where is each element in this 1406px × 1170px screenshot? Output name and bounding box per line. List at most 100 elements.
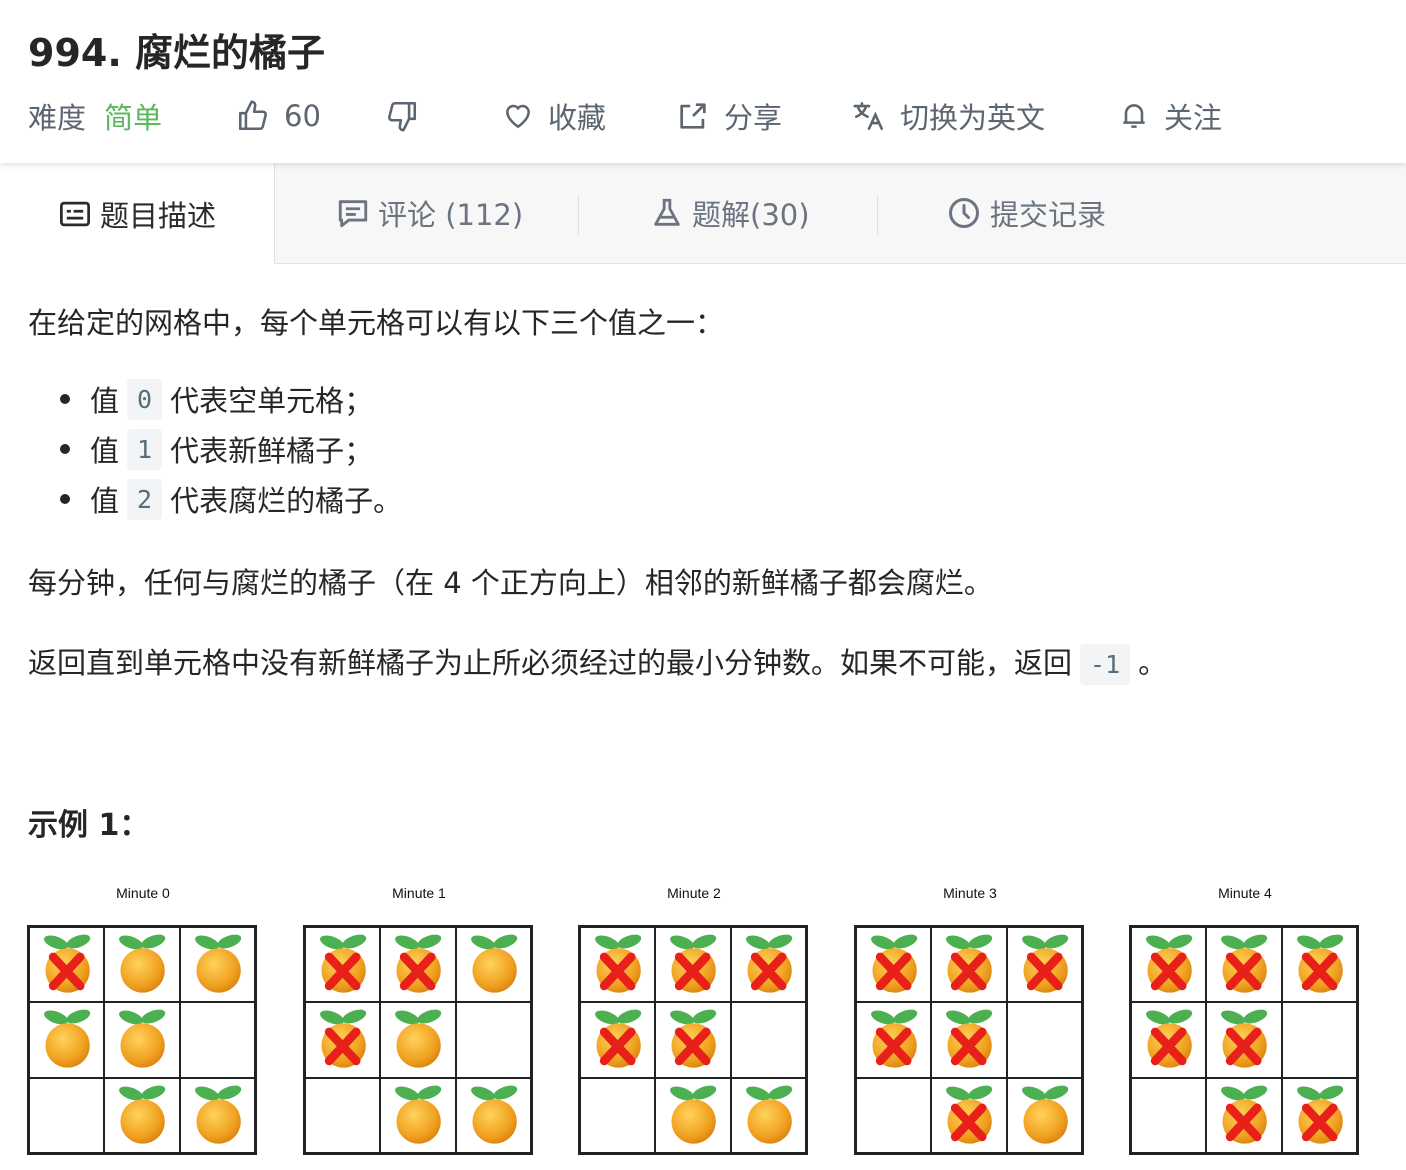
minute-label: Minute 3: [943, 885, 997, 901]
tab-comments-label: 评论 (112): [378, 198, 524, 232]
bullet: [60, 494, 70, 504]
minute-label: Minute 2: [667, 885, 721, 901]
difficulty: 难度 简单: [28, 96, 162, 136]
list-item-text: 代表腐烂的橘子。: [170, 484, 403, 518]
flask-icon: [654, 198, 680, 226]
share-button[interactable]: 分享: [676, 96, 782, 136]
share-icon: [680, 103, 706, 129]
rotten-orange-icon: [44, 934, 91, 993]
rotten-orange-cell: [29, 927, 105, 1003]
inline-code: 0: [127, 378, 163, 420]
rotten-orange-icon: [1221, 1085, 1268, 1144]
rotten-orange-cell: [380, 927, 456, 1003]
fresh-orange-cell: [179, 927, 255, 1003]
fresh-orange-cell: [104, 1002, 180, 1078]
fresh-orange-cell: [380, 1002, 456, 1078]
empty-cell: [730, 1002, 806, 1078]
rotten-orange-cell: [1131, 1002, 1207, 1078]
fresh-orange-cell: [380, 1077, 456, 1153]
rotten-orange-cell: [1281, 1077, 1357, 1153]
rotten-orange-icon: [871, 934, 918, 993]
example-title: 示例 1：: [28, 808, 150, 843]
orange-icon: [119, 1085, 166, 1144]
orange-grid: [1129, 925, 1359, 1155]
rotten-orange-icon: [1021, 934, 1068, 993]
list-item: 值 2 代表腐烂的橘子。: [60, 478, 403, 520]
bell-icon: [1123, 104, 1145, 128]
rotten-orange-cell: [1206, 927, 1282, 1003]
fresh-orange-cell: [730, 1077, 806, 1153]
like-button[interactable]: 60: [236, 96, 321, 136]
list-item: 值 1 代表新鲜橘子；: [60, 428, 374, 470]
dislike-button[interactable]: [385, 96, 419, 136]
favorite-label: 收藏: [548, 101, 607, 135]
rotten-orange-cell: [856, 927, 932, 1003]
list-item-prefix: 值: [90, 484, 120, 518]
rotten-orange-icon: [1146, 1009, 1193, 1068]
rotten-orange-cell: [730, 927, 806, 1003]
orange-icon: [119, 1009, 166, 1068]
orange-icon: [194, 934, 241, 993]
empty-cell: [580, 1077, 656, 1153]
tab-description[interactable]: 题目描述: [0, 163, 275, 264]
translate-icon: [853, 101, 884, 131]
empty-cell: [455, 1002, 531, 1078]
empty-cell: [856, 1077, 932, 1153]
tab-divider: [877, 195, 878, 235]
rotten-orange-icon: [320, 934, 367, 993]
rotten-orange-cell: [931, 1077, 1007, 1153]
orange-grid: [27, 925, 257, 1155]
tab-solutions[interactable]: 题解(30): [650, 163, 810, 263]
rotten-orange-cell: [1006, 927, 1082, 1003]
rotten-orange-icon: [1146, 934, 1193, 993]
fresh-orange-cell: [655, 1077, 731, 1153]
list-item-text: 代表新鲜橘子；: [170, 434, 374, 468]
orange-grid: [578, 925, 808, 1155]
minute-label: Minute 1: [392, 885, 446, 901]
tab-solutions-label: 题解(30): [692, 198, 810, 232]
fresh-orange-cell: [455, 927, 531, 1003]
ask-text-main: 返回直到单元格中没有新鲜橘子为止所必须经过的最小分钟数。如果不可能，返回: [28, 646, 1073, 680]
list-item-text: 代表空单元格；: [170, 384, 374, 418]
rotten-orange-icon: [395, 934, 442, 993]
fresh-orange-cell: [104, 1077, 180, 1153]
rotten-orange-icon: [946, 1009, 993, 1068]
rotten-orange-icon: [670, 934, 717, 993]
rotten-orange-cell: [655, 927, 731, 1003]
rotten-orange-cell: [1206, 1077, 1282, 1153]
follow-button[interactable]: 关注: [1118, 96, 1222, 136]
rotten-orange-icon: [946, 1085, 993, 1144]
list-item: 值 0 代表空单元格；: [60, 378, 374, 420]
empty-cell: [305, 1077, 381, 1153]
tab-divider: [578, 195, 579, 235]
empty-cell: [179, 1002, 255, 1078]
tab-submissions[interactable]: 提交记录: [946, 163, 1106, 263]
orange-icon: [670, 1085, 717, 1144]
tab-description-label: 题目描述: [99, 198, 216, 233]
empty-cell: [29, 1077, 105, 1153]
empty-cell: [1131, 1077, 1207, 1153]
share-label: 分享: [724, 101, 783, 135]
intro-text: 在给定的网格中，每个单元格可以有以下三个值之一：: [28, 306, 725, 340]
problem-title: 994. 腐烂的橘子: [28, 31, 325, 75]
orange-grid: [854, 925, 1084, 1155]
switch-language-button[interactable]: 切换为英文: [852, 96, 1045, 136]
orange-icon: [470, 934, 517, 993]
rotten-orange-icon: [1221, 934, 1268, 993]
rotten-orange-cell: [305, 1002, 381, 1078]
ask-text-end: 。: [1138, 646, 1168, 680]
orange-icon: [395, 1085, 442, 1144]
heart-icon: [506, 104, 530, 129]
ask-text: 返回直到单元格中没有新鲜橘子为止所必须经过的最小分钟数。如果不可能，返回 -1。: [28, 640, 1168, 685]
rotten-orange-cell: [931, 1002, 1007, 1078]
rotten-orange-icon: [1221, 1009, 1268, 1068]
rotten-orange-icon: [1296, 934, 1343, 993]
clock-icon: [949, 198, 979, 228]
difficulty-value: 简单: [104, 101, 163, 135]
follow-label: 关注: [1164, 101, 1223, 135]
tab-comments[interactable]: 评论 (112): [336, 163, 523, 263]
rotten-orange-icon: [320, 1009, 367, 1068]
comment-icon: [338, 200, 368, 228]
favorite-button[interactable]: 收藏: [502, 96, 606, 136]
rotten-orange-cell: [305, 927, 381, 1003]
